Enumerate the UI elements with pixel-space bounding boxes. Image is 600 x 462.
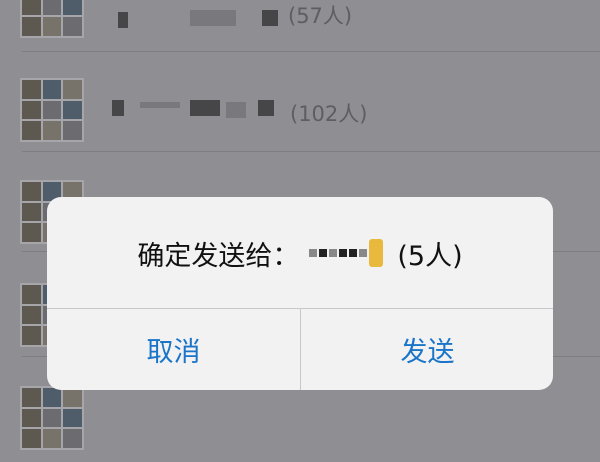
cancel-button[interactable]: 取消 xyxy=(47,309,300,390)
list-item[interactable]: (102人) xyxy=(0,60,600,152)
blurred-group-name xyxy=(258,100,274,116)
blurred-group-name xyxy=(226,102,246,118)
group-avatar xyxy=(20,0,84,38)
send-button[interactable]: 发送 xyxy=(301,309,553,390)
confirm-message: 确定发送给： (5人) xyxy=(47,233,553,273)
confirm-prompt: 确定发送给： xyxy=(137,240,300,272)
member-count: (57人) xyxy=(288,4,353,28)
group-avatar xyxy=(20,386,84,450)
recipient-count: (5人) xyxy=(397,240,463,272)
blurred-group-name xyxy=(190,100,220,116)
member-count: (102人) xyxy=(290,102,368,126)
blurred-group-name xyxy=(140,102,180,108)
row-divider xyxy=(22,151,600,152)
send-confirm-dialog: 确定发送给： (5人) 取消 发送 xyxy=(47,197,553,390)
blurred-group-name xyxy=(190,10,236,26)
blurred-group-name xyxy=(118,12,128,28)
blurred-group-name xyxy=(262,10,278,26)
blurred-recipient-name xyxy=(309,239,384,267)
list-item[interactable]: (57人) xyxy=(0,0,600,52)
row-divider xyxy=(22,51,600,52)
blurred-group-name xyxy=(112,100,124,116)
recipient-avatar-icon xyxy=(369,239,384,267)
group-avatar xyxy=(20,78,84,142)
